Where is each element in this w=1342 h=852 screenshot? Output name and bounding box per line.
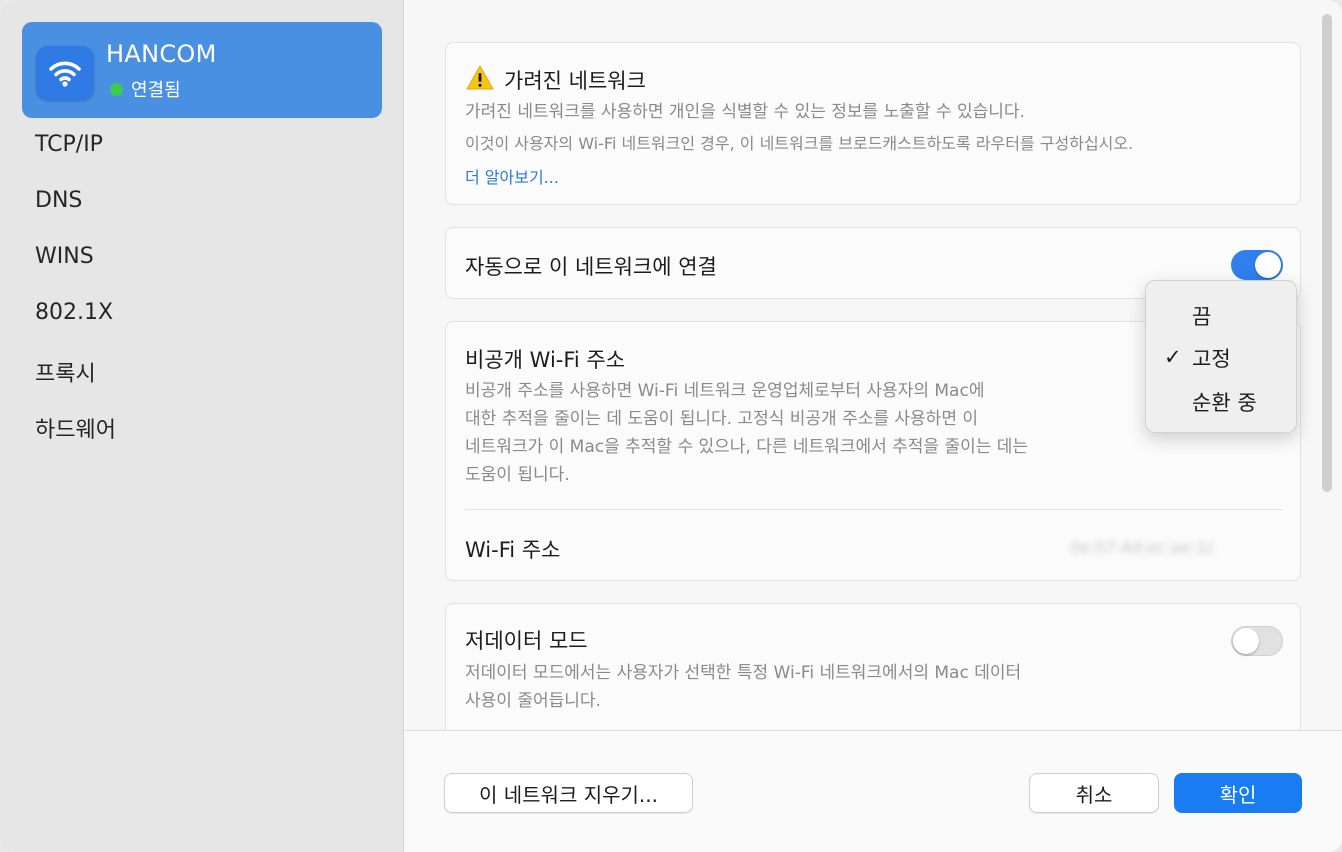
network-status: 연결됨 (110, 76, 181, 102)
network-settings-window: HANCOM 연결됨 TCP/IP DNS WINS 802.1X 프록시 하드… (0, 0, 1342, 852)
connected-status-dot (110, 82, 123, 96)
low-data-desc-1: 저데이터 모드에서는 사용자가 선택한 특정 Wi-Fi 네트워크에서의 Mac… (465, 663, 1022, 683)
cancel-button[interactable]: 취소 (1029, 773, 1159, 813)
hidden-network-card: 가려진 네트워크 가려진 네트워크를 사용하면 개인을 식별할 수 있는 정보를… (445, 42, 1301, 205)
sidebar: HANCOM 연결됨 TCP/IP DNS WINS 802.1X 프록시 하드… (0, 0, 404, 852)
sidebar-item-tcpip[interactable]: TCP/IP (35, 132, 103, 157)
auto-connect-label: 자동으로 이 네트워크에 연결 (465, 255, 717, 279)
network-status-label: 연결됨 (131, 80, 181, 101)
private-address-title: 비공개 Wi-Fi 주소 (465, 348, 626, 372)
ok-button[interactable]: 확인 (1174, 773, 1302, 813)
menu-item-rotating[interactable]: 순환 중 (1192, 387, 1257, 417)
private-address-desc-1: 비공개 주소를 사용하면 Wi-Fi 네트워크 운영업체로부터 사용자의 Mac… (465, 381, 985, 401)
scrollbar[interactable] (1322, 14, 1332, 492)
network-name: HANCOM (106, 40, 217, 68)
hidden-network-desc-1: 가려진 네트워크를 사용하면 개인을 식별할 수 있는 정보를 노출할 수 있습… (465, 102, 1025, 122)
menu-item-off[interactable]: 끔 (1192, 301, 1211, 331)
divider (465, 509, 1283, 510)
wifi-address-label: Wi-Fi 주소 (465, 538, 561, 562)
warning-icon (466, 65, 494, 90)
sidebar-item-dns[interactable]: DNS (35, 188, 82, 213)
private-address-mode-menu: 끔 ✓ 고정 순환 중 (1145, 280, 1297, 433)
sidebar-item-hancom[interactable]: HANCOM 연결됨 (22, 22, 382, 118)
sidebar-item-proxy[interactable]: 프록시 (35, 356, 96, 388)
low-data-desc-2: 사용이 줄어듭니다. (465, 691, 601, 711)
private-address-desc-3: 네트워크가 이 Mac을 추적할 수 있으나, 다른 네트워크에서 추적을 줄이… (465, 437, 1029, 457)
hidden-network-desc-2: 이것이 사용자의 Wi-Fi 네트워크인 경우, 이 네트워크를 브로드캐스트하… (465, 134, 1134, 153)
wifi-address-value: 0e:07:4d:ec:ae:1c (1070, 538, 1215, 557)
auto-connect-toggle[interactable] (1231, 250, 1283, 280)
low-data-title: 저데이터 모드 (465, 629, 588, 653)
sidebar-item-8021x[interactable]: 802.1X (35, 300, 113, 325)
wifi-icon (36, 46, 94, 100)
sidebar-item-wins[interactable]: WINS (35, 244, 94, 269)
checkmark-icon: ✓ (1164, 345, 1182, 369)
hidden-network-title: 가려진 네트워크 (504, 69, 646, 93)
private-address-desc-2: 대한 추적을 줄이는 데 도움이 됩니다. 고정식 비공개 주소를 사용하면 이 (465, 409, 979, 429)
low-data-toggle[interactable] (1231, 626, 1283, 656)
footer-bar: 이 네트워크 지우기... 취소 확인 (405, 730, 1342, 852)
private-address-desc-4: 도움이 됩니다. (465, 465, 570, 485)
toggle-knob (1233, 628, 1259, 654)
toggle-knob (1255, 252, 1281, 278)
sidebar-item-hardware[interactable]: 하드웨어 (35, 412, 116, 444)
menu-item-fixed[interactable]: 고정 (1192, 343, 1231, 373)
learn-more-link[interactable]: 더 알아보기... (465, 164, 559, 188)
forget-network-button[interactable]: 이 네트워크 지우기... (444, 773, 693, 813)
